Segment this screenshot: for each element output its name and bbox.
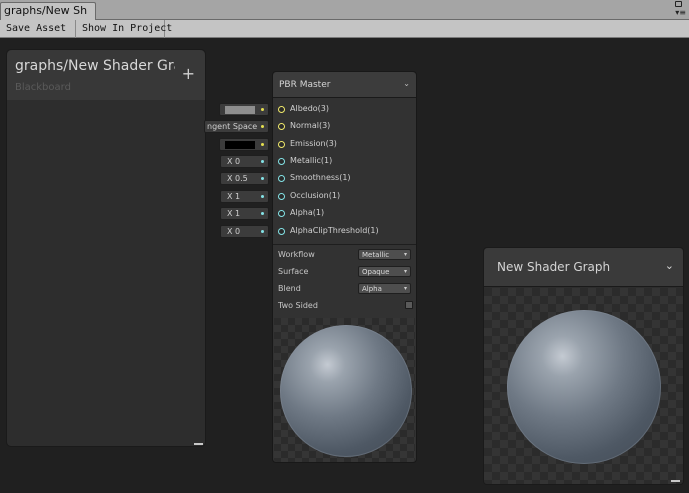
workflow-dropdown[interactable]: Metallic ▾ <box>358 249 411 260</box>
two-sided-label: Two Sided <box>278 301 318 310</box>
alpha-value: X 1 <box>227 209 241 218</box>
color-swatch[interactable] <box>225 106 255 114</box>
smoothness-value: X 0.5 <box>227 174 248 183</box>
blackboard-panel: graphs/New Shader Grap Blackboard + <box>6 49 206 447</box>
two-sided-checkbox[interactable] <box>405 301 413 309</box>
port-icon[interactable] <box>278 141 285 148</box>
slot-label: AlphaClipThreshold(1) <box>290 226 379 235</box>
sphere-preview <box>507 310 661 464</box>
sphere-preview <box>280 325 412 457</box>
surface-label: Surface <box>278 267 309 276</box>
slot-occlusion[interactable]: Occlusion(1) <box>277 190 412 204</box>
surface-option: Surface Opaque ▾ <box>278 266 411 278</box>
port-dot <box>261 143 264 146</box>
blend-label: Blend <box>278 284 301 293</box>
lock-icon[interactable] <box>675 1 682 7</box>
preview-header[interactable]: New Shader Graph ⌄ <box>484 248 683 287</box>
port-icon[interactable] <box>278 193 285 200</box>
port-dot <box>261 177 264 180</box>
tab-shader-graph[interactable]: graphs/New Sh <box>0 2 96 20</box>
blackboard-header: graphs/New Shader Grap Blackboard + <box>7 50 205 100</box>
shader-graph-window: graphs/New Sh ▾≡ Save Asset Show In Proj… <box>0 0 689 493</box>
workflow-option: Workflow Metallic ▾ <box>278 249 411 261</box>
slot-alpha-clip-threshold[interactable]: AlphaClipThreshold(1) <box>277 225 412 239</box>
port-dot <box>261 108 264 111</box>
metallic-value: X 0 <box>227 157 241 166</box>
occlusion-input[interactable]: X 1 <box>220 190 269 203</box>
dropdown-arrow-icon: ▾ <box>403 268 407 275</box>
slot-label: Emission(3) <box>290 139 337 148</box>
menu-icon[interactable]: ▾≡ <box>675 9 686 17</box>
alpha-clip-input[interactable]: X 0 <box>220 225 269 238</box>
smoothness-input[interactable]: X 0.5 <box>220 172 269 185</box>
slot-normal[interactable]: Normal(3) <box>277 120 412 134</box>
blend-option: Blend Alpha ▾ <box>278 283 411 295</box>
port-icon[interactable] <box>278 106 285 113</box>
slot-albedo[interactable]: Albedo(3) <box>277 103 412 117</box>
toolbar: Save Asset Show In Project <box>0 20 689 38</box>
dropdown-value: Opaque <box>362 268 390 276</box>
occlusion-value: X 1 <box>227 192 241 201</box>
blackboard-title: graphs/New Shader Grap <box>15 58 175 74</box>
slot-emission[interactable]: Emission(3) <box>277 138 412 152</box>
save-asset-button[interactable]: Save Asset <box>0 20 76 38</box>
blend-dropdown[interactable]: Alpha ▾ <box>358 283 411 294</box>
alpha-input[interactable]: X 1 <box>220 207 269 220</box>
resize-grip[interactable] <box>671 480 680 482</box>
plus-icon[interactable]: + <box>182 66 195 82</box>
surface-dropdown[interactable]: Opaque ▾ <box>358 266 411 277</box>
port-icon[interactable] <box>278 175 285 182</box>
workflow-label: Workflow <box>278 250 315 259</box>
normal-space-value: ngent Space <box>207 122 258 131</box>
slot-label: Alpha(1) <box>290 208 325 217</box>
node-preview <box>274 318 415 462</box>
port-icon[interactable] <box>278 123 285 130</box>
main-preview-panel: New Shader Graph ⌄ <box>483 247 684 485</box>
port-dot <box>261 160 264 163</box>
preview-title: New Shader Graph <box>497 260 611 274</box>
blackboard-subtitle: Blackboard <box>15 82 71 93</box>
dropdown-value: Alpha <box>362 285 382 293</box>
slot-label: Metallic(1) <box>290 156 333 165</box>
dropdown-arrow-icon: ▾ <box>403 285 407 292</box>
slot-label: Smoothness(1) <box>290 173 351 182</box>
emission-input[interactable] <box>219 138 269 151</box>
albedo-input[interactable] <box>219 103 269 116</box>
normal-input[interactable]: ngent Space <box>204 120 269 133</box>
chevron-down-icon[interactable]: ⌄ <box>665 259 674 272</box>
slot-alpha[interactable]: Alpha(1) <box>277 207 412 221</box>
alpha-clip-value: X 0 <box>227 227 241 236</box>
tab-controls: ▾≡ <box>668 0 686 20</box>
port-dot <box>261 230 264 233</box>
color-swatch[interactable] <box>225 141 255 149</box>
slot-label: Albedo(3) <box>290 104 329 113</box>
slot-metallic[interactable]: Metallic(1) <box>277 155 412 169</box>
port-dot <box>261 125 264 128</box>
slot-label: Occlusion(1) <box>290 191 341 200</box>
pbr-master-node[interactable]: PBR Master ⌄ Albedo(3) Normal(3) Emissio… <box>272 71 417 463</box>
resize-grip[interactable] <box>194 443 203 445</box>
node-title: PBR Master <box>279 80 331 90</box>
port-icon[interactable] <box>278 228 285 235</box>
chevron-down-icon[interactable]: ⌄ <box>403 79 410 88</box>
tab-strip: graphs/New Sh ▾≡ <box>0 0 689 20</box>
port-dot <box>261 195 264 198</box>
two-sided-option: Two Sided <box>278 300 413 312</box>
show-in-project-button[interactable]: Show In Project <box>76 20 172 38</box>
port-icon[interactable] <box>278 158 285 165</box>
divider <box>273 244 416 245</box>
slot-label: Normal(3) <box>290 121 331 130</box>
port-dot <box>261 212 264 215</box>
slot-smoothness[interactable]: Smoothness(1) <box>277 172 412 186</box>
metallic-input[interactable]: X 0 <box>220 155 269 168</box>
dropdown-value: Metallic <box>362 251 390 259</box>
port-icon[interactable] <box>278 210 285 217</box>
dropdown-arrow-icon: ▾ <box>403 251 407 258</box>
node-header[interactable]: PBR Master ⌄ <box>273 72 416 98</box>
preview-viewport[interactable] <box>484 288 683 484</box>
